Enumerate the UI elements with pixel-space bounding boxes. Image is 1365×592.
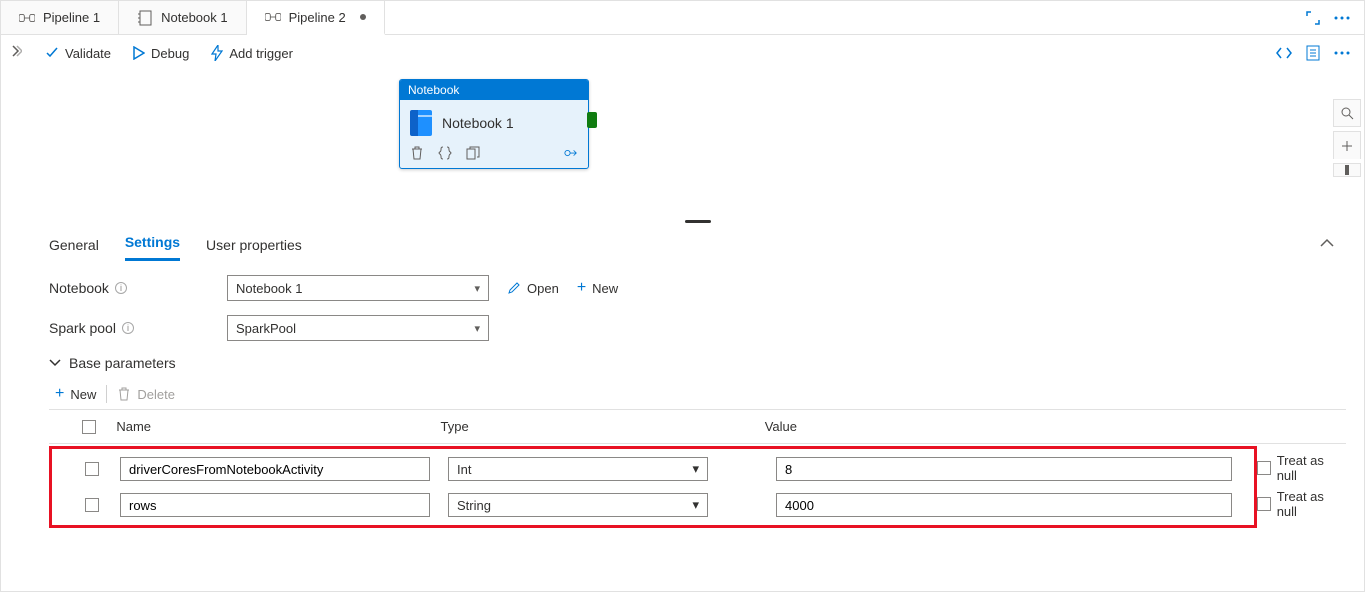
- tab-pipeline-1[interactable]: Pipeline 1: [1, 1, 119, 34]
- editor-tabstrip: Pipeline 1 Notebook 1 Pipeline 2: [1, 1, 1364, 35]
- properties-icon[interactable]: [1306, 45, 1320, 61]
- search-canvas-button[interactable]: [1333, 99, 1361, 127]
- chevron-down-icon: ▾: [692, 497, 699, 513]
- tab-user-properties[interactable]: User properties: [206, 229, 302, 261]
- delete-param-label: Delete: [137, 387, 175, 402]
- highlighted-region: Int ▾ S: [49, 446, 1257, 528]
- tab-label: Notebook 1: [161, 10, 228, 25]
- treat-as-null-checkbox[interactable]: [1257, 461, 1271, 475]
- add-trigger-label: Add trigger: [229, 46, 293, 61]
- pipeline-icon: [19, 11, 35, 25]
- pipeline-toolbar: Validate Debug Add trigger: [31, 35, 1364, 71]
- validate-label: Validate: [65, 46, 111, 61]
- param-type-select[interactable]: String ▾: [448, 493, 708, 517]
- delete-parameter-button: Delete: [117, 387, 175, 402]
- spark-pool-select[interactable]: SparkPool ▾: [227, 315, 489, 341]
- validate-button[interactable]: Validate: [45, 46, 111, 61]
- tab-pipeline-2[interactable]: Pipeline 2: [247, 1, 385, 35]
- plus-icon: +: [577, 279, 586, 297]
- tab-label: Pipeline 2: [289, 10, 346, 25]
- copy-icon[interactable]: [466, 146, 480, 160]
- spark-pool-select-value: SparkPool: [236, 321, 296, 336]
- row-checkbox[interactable]: [85, 498, 99, 512]
- notebook-label: Notebook: [49, 280, 109, 296]
- param-name-input[interactable]: [120, 493, 430, 517]
- code-braces-icon[interactable]: [438, 146, 452, 160]
- activity-settings-tabs: General Settings User properties: [31, 225, 1364, 261]
- open-notebook-button[interactable]: Open: [507, 281, 559, 296]
- open-label: Open: [527, 281, 559, 296]
- notebook-icon: [410, 110, 432, 136]
- plus-icon: +: [55, 385, 64, 403]
- activity-name: Notebook 1: [442, 115, 514, 131]
- notebook-activity[interactable]: Notebook Notebook 1: [399, 79, 589, 169]
- column-header-name: Name: [116, 419, 440, 434]
- debug-label: Debug: [151, 46, 189, 61]
- separator: [106, 385, 107, 403]
- chevron-down-icon: ▾: [474, 322, 480, 335]
- select-all-checkbox[interactable]: [82, 420, 96, 434]
- collapse-panel-icon[interactable]: [1320, 238, 1346, 248]
- check-icon: [45, 46, 59, 60]
- debug-button[interactable]: Debug: [133, 46, 189, 61]
- pipeline-canvas[interactable]: Notebook Notebook 1: [31, 71, 1364, 217]
- param-type-value: String: [457, 498, 491, 513]
- base-parameters-label: Base parameters: [69, 355, 176, 371]
- canvas-tools-rail: [1330, 99, 1364, 177]
- delete-icon[interactable]: [410, 146, 424, 160]
- treat-as-null-label: Treat as null: [1277, 489, 1346, 519]
- notebook-select[interactable]: Notebook 1 ▾: [227, 275, 489, 301]
- expand-activities-icon[interactable]: [10, 45, 22, 57]
- chevron-down-icon: ▾: [692, 461, 699, 477]
- param-value-input[interactable]: [776, 493, 1232, 517]
- tab-settings[interactable]: Settings: [125, 226, 180, 261]
- param-value-input[interactable]: [776, 457, 1232, 481]
- notebook-icon: [137, 11, 153, 25]
- new-param-label: New: [70, 387, 96, 402]
- lightning-icon: [211, 45, 223, 61]
- chevron-down-icon: [49, 357, 61, 369]
- trash-icon: [117, 387, 131, 401]
- unsaved-indicator-icon: [360, 14, 366, 20]
- parameters-table: Name Type Value Int: [49, 409, 1346, 528]
- code-icon[interactable]: [1276, 46, 1292, 60]
- activity-type-label: Notebook: [400, 80, 588, 100]
- info-icon[interactable]: i: [115, 282, 127, 294]
- play-icon: [133, 46, 145, 60]
- row-checkbox[interactable]: [85, 462, 99, 476]
- tab-label: Pipeline 1: [43, 10, 100, 25]
- add-trigger-button[interactable]: Add trigger: [211, 45, 293, 61]
- parameter-row: String ▾: [52, 487, 1254, 523]
- more-icon[interactable]: [1334, 16, 1350, 20]
- notebook-select-value: Notebook 1: [236, 281, 303, 296]
- success-port[interactable]: [587, 112, 597, 128]
- toolbar-more-icon[interactable]: [1334, 51, 1350, 55]
- zoom-slider-handle[interactable]: [1333, 163, 1361, 177]
- pipeline-icon: [265, 10, 281, 24]
- param-name-input[interactable]: [120, 457, 430, 481]
- arrow-right-icon[interactable]: [564, 146, 578, 160]
- edit-icon: [507, 281, 521, 295]
- base-parameters-toggle[interactable]: Base parameters: [49, 355, 1346, 371]
- settings-panel: Notebook i Notebook 1 ▾ Open +: [31, 261, 1364, 591]
- expand-icon[interactable]: [1306, 11, 1320, 25]
- treat-as-null-label: Treat as null: [1277, 453, 1346, 483]
- tab-notebook-1[interactable]: Notebook 1: [119, 1, 247, 34]
- treat-as-null-checkbox[interactable]: [1257, 497, 1271, 511]
- new-notebook-button[interactable]: + New: [577, 279, 618, 297]
- column-header-type: Type: [441, 419, 765, 434]
- param-type-value: Int: [457, 462, 471, 477]
- new-parameter-button[interactable]: + New: [55, 385, 96, 403]
- param-type-select[interactable]: Int ▾: [448, 457, 708, 481]
- chevron-down-icon: ▾: [474, 282, 480, 295]
- parameter-row: Int ▾: [52, 451, 1254, 487]
- new-label: New: [592, 281, 618, 296]
- tab-general[interactable]: General: [49, 229, 99, 261]
- zoom-in-button[interactable]: [1333, 131, 1361, 159]
- info-icon[interactable]: i: [122, 322, 134, 334]
- panel-resize-handle[interactable]: [31, 217, 1364, 225]
- column-header-value: Value: [765, 419, 1226, 434]
- spark-pool-label: Spark pool: [49, 320, 116, 336]
